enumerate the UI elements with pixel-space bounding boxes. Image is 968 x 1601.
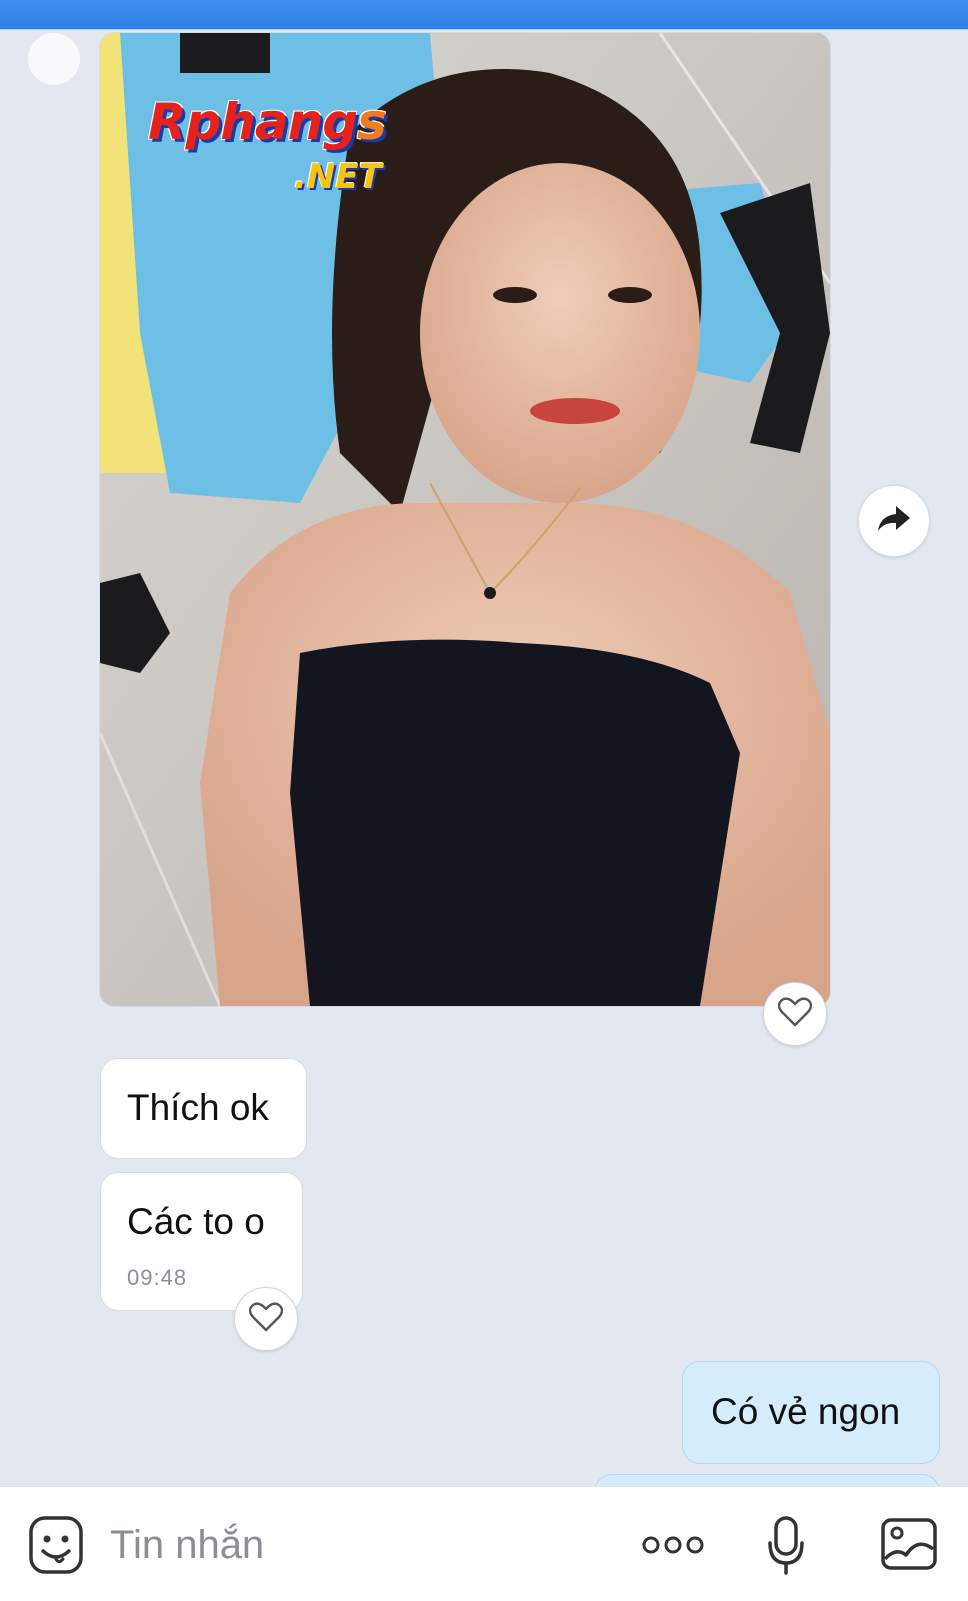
share-arrow-icon	[876, 504, 912, 539]
message-input[interactable]: Tin nhắn	[110, 1523, 264, 1568]
message-text: Thích ok	[127, 1087, 269, 1128]
photo-message[interactable]: Rphangs .NET	[100, 33, 830, 1006]
chat-header	[0, 0, 968, 30]
photo-react-button[interactable]	[763, 982, 827, 1046]
message-bubble-1[interactable]: Thích ok	[100, 1058, 307, 1159]
message-react-button[interactable]	[234, 1287, 298, 1351]
message-text: Các to o	[127, 1201, 265, 1242]
heart-outline-icon	[777, 996, 813, 1032]
message-text: Có vẻ ngon	[711, 1391, 901, 1432]
message-timestamp: 09:48	[127, 1265, 188, 1290]
heart-outline-icon	[248, 1301, 284, 1337]
message-composer: Tin nhắn	[0, 1486, 968, 1601]
my-message-bubble[interactable]: Có vẻ ngon	[682, 1361, 940, 1464]
microphone-icon[interactable]	[766, 1515, 806, 1582]
more-dots-icon[interactable]	[641, 1533, 705, 1562]
watermark-badge	[28, 33, 80, 85]
sticker-icon[interactable]	[28, 1515, 84, 1580]
forward-button[interactable]	[858, 485, 930, 557]
image-icon[interactable]	[880, 1517, 938, 1576]
watermark-logo: Rphangs .NET	[148, 93, 387, 197]
